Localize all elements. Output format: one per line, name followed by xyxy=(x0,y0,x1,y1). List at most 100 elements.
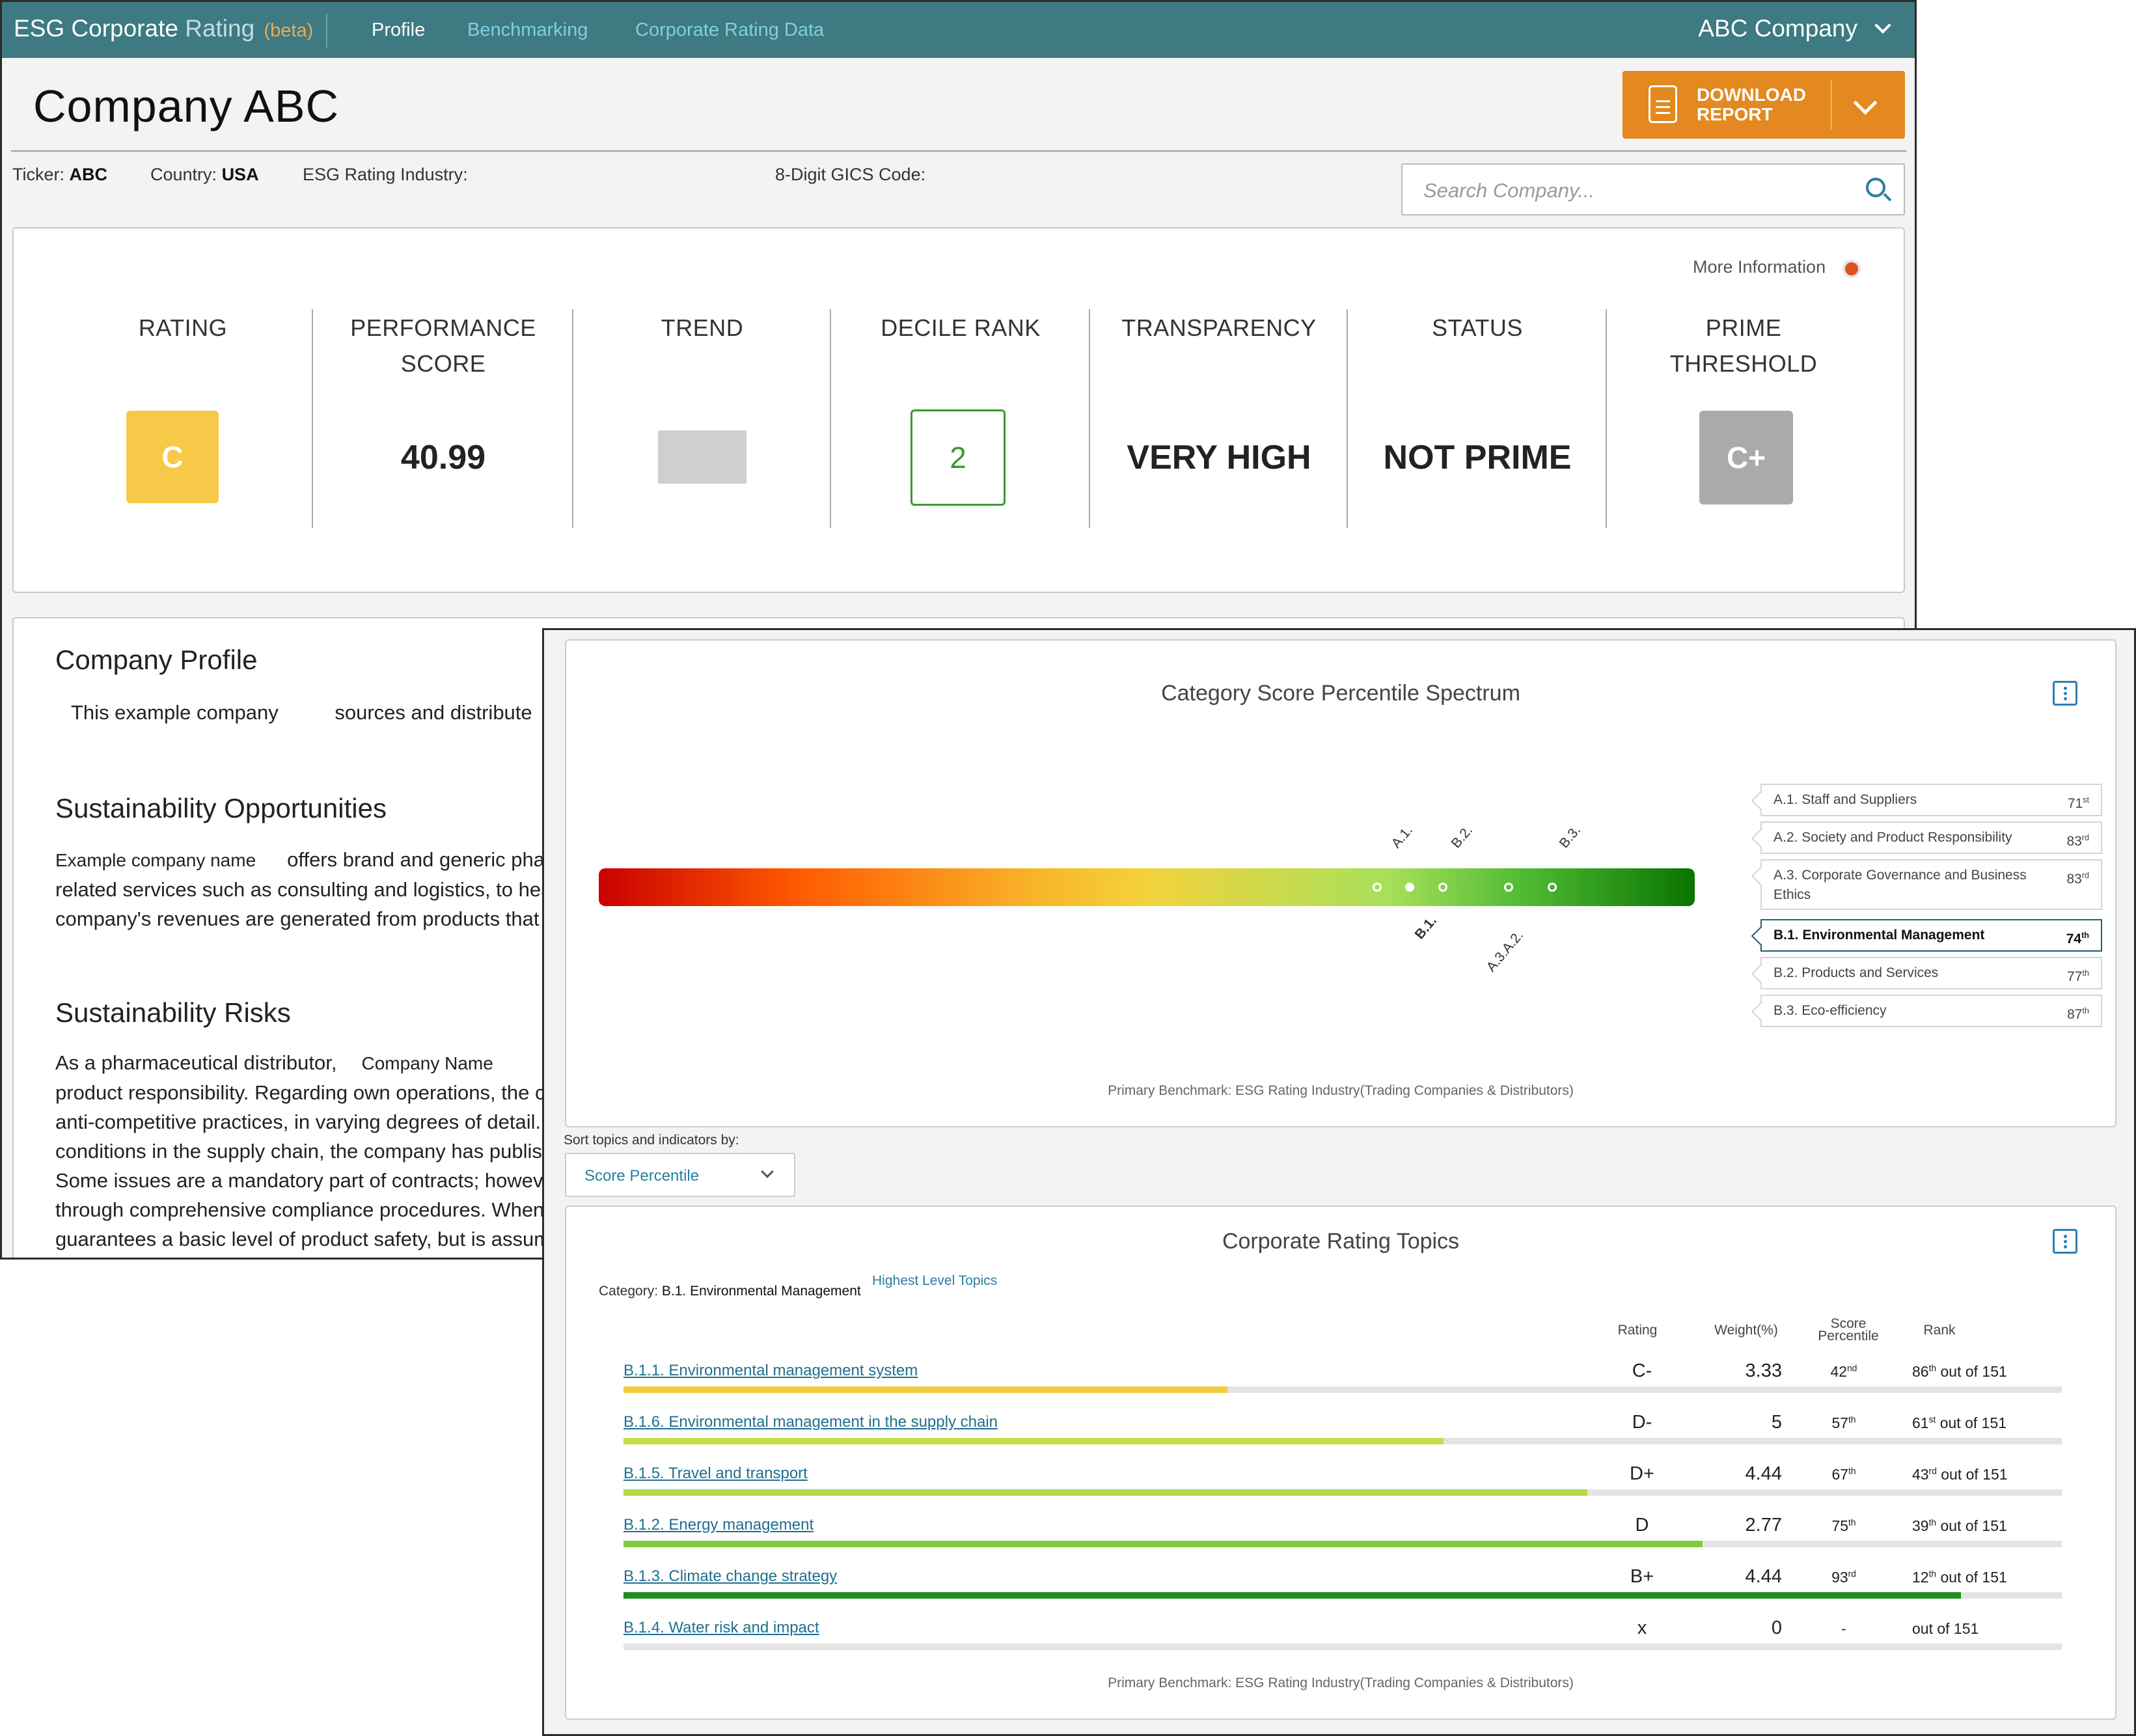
brand-main: ESG Corporate xyxy=(14,15,178,42)
col-score-percentile: Score Percentile xyxy=(1803,1317,1894,1343)
topic-link[interactable]: B.1.6. Environmental management in the s… xyxy=(623,1413,998,1431)
topic-weight: 5 xyxy=(1771,1412,1782,1433)
spectrum-point[interactable] xyxy=(1503,883,1513,892)
legend-name-line2: Ethics xyxy=(1773,887,1811,902)
spectrum-footnote: Primary Benchmark: ESG Rating Industry(T… xyxy=(1108,1083,1574,1098)
top-navigation-bar: ESG Corporate Rating (beta) Profile Benc… xyxy=(2,2,1915,58)
legend-pct-value: 74 xyxy=(2066,931,2082,946)
topic-weight: 4.44 xyxy=(1745,1463,1782,1484)
spectrum-point[interactable] xyxy=(1372,883,1382,892)
download-report-button[interactable]: DOWNLOAD REPORT xyxy=(1623,71,1905,139)
topic-rank: 43rd out of 151 xyxy=(1912,1466,2008,1483)
topics-title: Corporate Rating Topics xyxy=(1222,1229,1460,1254)
topic-percentile-value: - xyxy=(1841,1620,1846,1637)
legend-item-b1[interactable]: B.1. Environmental Management 74th xyxy=(1760,919,2102,952)
legend-pct: 71st xyxy=(2068,790,2089,814)
sort-label: Sort topics and indicators by: xyxy=(564,1133,739,1148)
spectrum-point[interactable] xyxy=(1438,883,1447,892)
topic-weight: 4.44 xyxy=(1745,1566,1782,1587)
performance-column: PERFORMANCE SCORE xyxy=(313,310,573,531)
topic-link[interactable]: B.1.1. Environmental management system xyxy=(623,1362,918,1380)
col-rank: Rank xyxy=(1923,1323,1956,1338)
topic-percentile-suffix: nd xyxy=(1847,1363,1857,1373)
info-dot-icon[interactable] xyxy=(1842,260,1861,278)
legend-item-a2[interactable]: A.2. Society and Product Responsibility 8… xyxy=(1760,821,2102,854)
topic-rank: 12th out of 151 xyxy=(1912,1569,2007,1586)
rating-badge: C xyxy=(126,411,219,503)
topic-rank: 86th out of 151 xyxy=(1912,1363,2007,1381)
country-label: Country: xyxy=(150,165,217,184)
legend-pct-suffix: th xyxy=(2082,969,2089,978)
legend-pct-value: 83 xyxy=(2066,872,2082,887)
legend-pct: 74th xyxy=(2066,926,2089,949)
search-icon[interactable] xyxy=(1866,178,1885,197)
percentile-fill xyxy=(623,1541,1703,1547)
percentile-track xyxy=(623,1489,2062,1496)
download-label-line1: DOWNLOAD xyxy=(1697,85,1806,105)
col-score-line2: Percentile xyxy=(1818,1329,1879,1343)
topic-rank-of: out of 151 xyxy=(1912,1620,1979,1637)
chevron-down-icon[interactable] xyxy=(1853,90,1878,115)
topic-link[interactable]: B.1.5. Travel and transport xyxy=(623,1465,808,1483)
industry-label: ESG Rating Industry: xyxy=(303,165,468,184)
topic-percentile-suffix: th xyxy=(1848,1466,1856,1476)
more-options-icon[interactable] xyxy=(2053,1229,2077,1254)
search-company-input[interactable]: Search Company... xyxy=(1401,163,1905,215)
rating-metrics-panel: More Information RATING C PERFORMANCE SC… xyxy=(12,227,1905,593)
legend-item-a3[interactable]: A.3. Corporate Governance and Business Et… xyxy=(1760,859,2102,910)
beta-tag: (beta) xyxy=(264,20,314,41)
legend-item-b2[interactable]: B.2. Products and Services 77th xyxy=(1760,957,2102,989)
category-value: B.1. Environmental Management xyxy=(661,1284,861,1299)
risk-line: through comprehensive compliance procedu… xyxy=(55,1198,545,1221)
app-brand[interactable]: ESG Corporate Rating (beta) xyxy=(14,15,313,42)
more-information-link[interactable]: More Information xyxy=(1693,257,1826,277)
more-options-icon[interactable] xyxy=(2053,681,2077,706)
topic-percentile-suffix: rd xyxy=(1848,1569,1856,1579)
topic-percentile: 93rd xyxy=(1818,1569,1870,1586)
percentile-track xyxy=(623,1644,2062,1650)
topics-footnote: Primary Benchmark: ESG Rating Industry(T… xyxy=(1108,1675,1574,1690)
topic-rating: D xyxy=(1635,1515,1649,1536)
topic-link[interactable]: B.1.3. Climate change strategy xyxy=(623,1567,837,1586)
opportunity-line: related services such as consulting and … xyxy=(55,878,553,901)
percentile-spectrum-bar xyxy=(599,868,1695,906)
performance-label-1: PERFORMANCE xyxy=(350,314,536,341)
search-placeholder: Search Company... xyxy=(1423,179,1595,202)
percentile-fill xyxy=(623,1592,1962,1599)
topic-rank-value: 61 xyxy=(1912,1414,1929,1431)
topic-percentile: 42nd xyxy=(1818,1363,1870,1381)
topic-rank-value: 12 xyxy=(1912,1569,1929,1586)
trend-placeholder xyxy=(658,430,746,484)
performance-score-value: 40.99 xyxy=(400,439,486,476)
topic-percentile-value: 42 xyxy=(1830,1363,1848,1380)
topic-rank-of: out of 151 xyxy=(1940,1517,2007,1534)
legend-item-a1[interactable]: A.1. Staff and Suppliers 71st xyxy=(1760,784,2102,816)
topic-rating: D- xyxy=(1632,1412,1652,1433)
topic-rating: D+ xyxy=(1630,1463,1654,1484)
nav-corporate-rating-data[interactable]: Corporate Rating Data xyxy=(635,20,824,41)
spectrum-point[interactable] xyxy=(1548,883,1557,892)
chevron-down-icon xyxy=(761,1165,774,1178)
nav-benchmarking[interactable]: Benchmarking xyxy=(467,20,588,41)
legend-pct-value: 71 xyxy=(2067,796,2083,811)
topic-percentile: 75th xyxy=(1818,1517,1870,1535)
opportunity-line: Example company name xyxy=(55,850,256,870)
download-label-line2: REPORT xyxy=(1697,104,1773,124)
topic-link[interactable]: B.1.2. Energy management xyxy=(623,1516,814,1534)
sort-select[interactable]: Score Percentile xyxy=(565,1153,795,1197)
highest-level-topics-link[interactable]: Highest Level Topics xyxy=(872,1273,997,1289)
nav-profile[interactable]: Profile xyxy=(372,20,425,41)
gics-label: 8-Digit GICS Code: xyxy=(775,165,926,184)
col-rating: Rating xyxy=(1617,1323,1658,1338)
legend-item-b3[interactable]: B.3. Eco-efficiency 87th xyxy=(1760,995,2102,1027)
legend-pct: 83rd xyxy=(2066,828,2089,851)
topic-rank-suffix: rd xyxy=(1928,1466,1937,1476)
category-label: Category: xyxy=(599,1284,659,1299)
trend-label: TREND xyxy=(661,314,744,341)
topic-rank-of: out of 151 xyxy=(1940,1569,2007,1586)
legend-pct-suffix: th xyxy=(2082,1006,2089,1015)
percentile-track xyxy=(623,1386,2062,1393)
status-column: STATUS xyxy=(1348,310,1607,531)
topic-link[interactable]: B.1.4. Water risk and impact xyxy=(623,1619,819,1637)
company-selector[interactable]: ABC Company xyxy=(1698,15,1891,42)
